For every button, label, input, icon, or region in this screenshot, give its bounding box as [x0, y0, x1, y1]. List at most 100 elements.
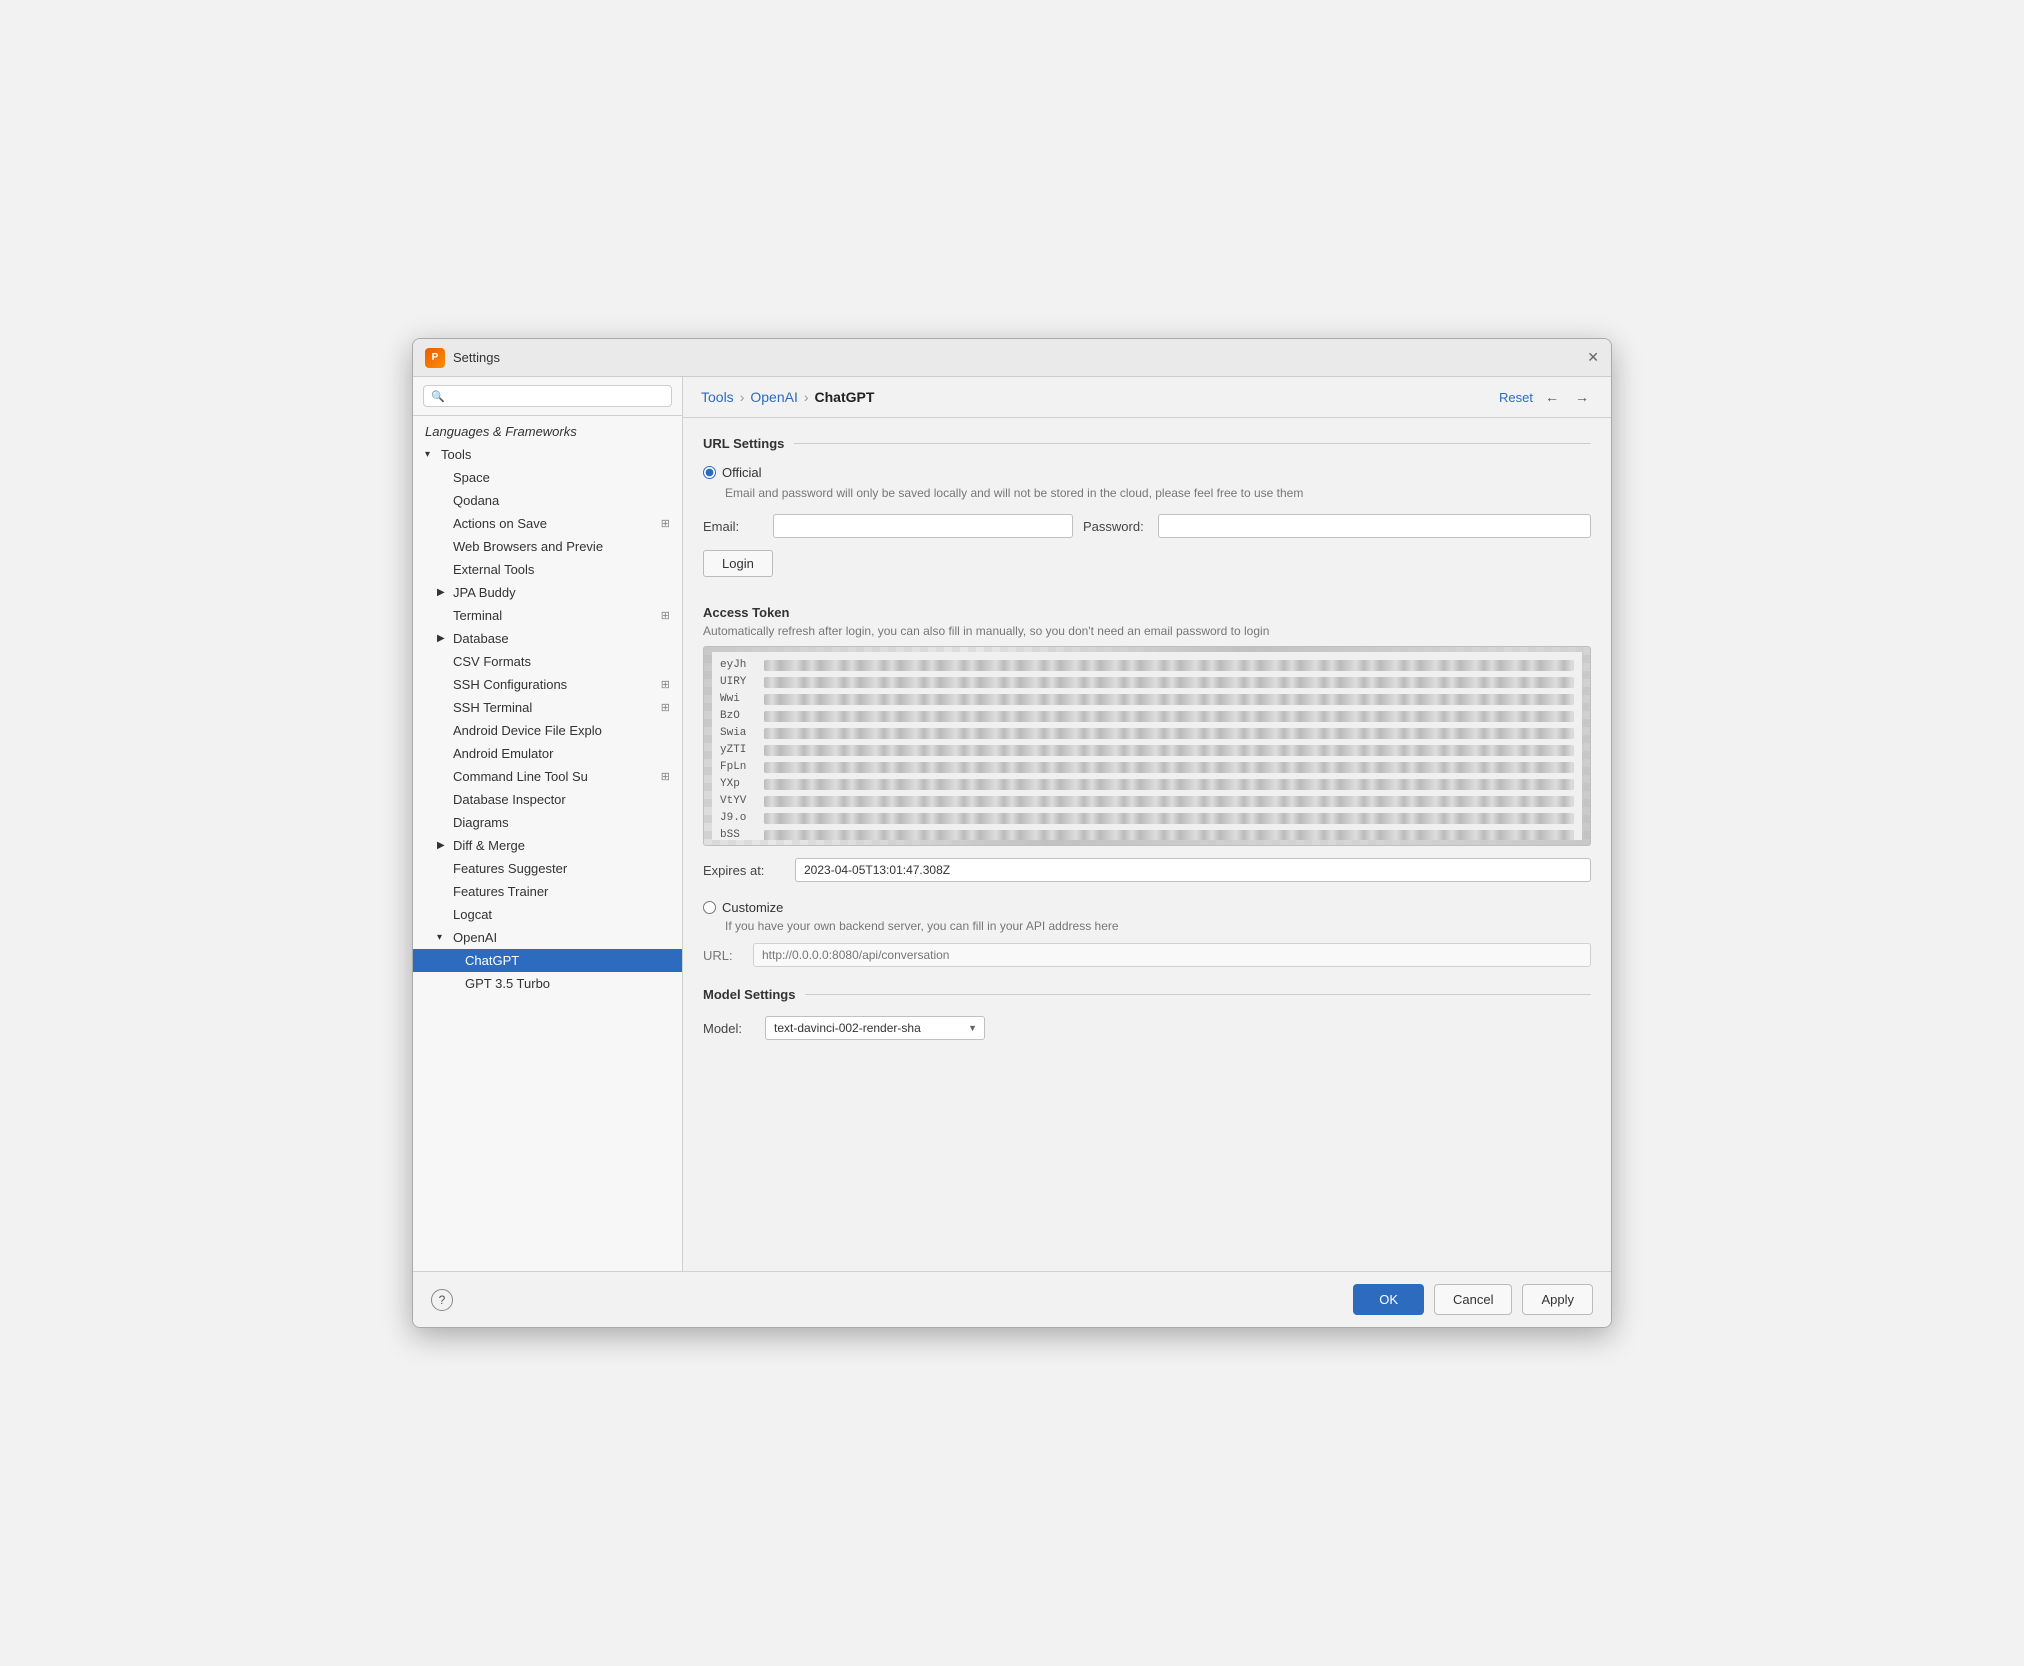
- model-select[interactable]: text-davinci-002-render-sha gpt-3.5-turb…: [765, 1016, 985, 1040]
- sidebar-item-label: Diff & Merge: [453, 838, 525, 853]
- email-password-row: Email: Password:: [703, 514, 1591, 538]
- sidebar-item-label: Features Suggester: [453, 861, 567, 876]
- sidebar-item-jpa-buddy[interactable]: ▶ JPA Buddy: [413, 581, 682, 604]
- sidebar-item-database[interactable]: ▶ Database: [413, 627, 682, 650]
- sidebar-item-web-browsers[interactable]: Web Browsers and Previe: [413, 535, 682, 558]
- official-radio-row: Official: [703, 465, 1591, 480]
- search-icon: 🔍: [431, 390, 445, 403]
- main-panel: Tools › OpenAI › ChatGPT Reset ← → URL S…: [683, 377, 1611, 1271]
- login-button[interactable]: Login: [703, 550, 773, 577]
- token-line: VtYV: [720, 793, 1574, 810]
- token-line: eyJh: [720, 657, 1574, 674]
- email-input[interactable]: [773, 514, 1073, 538]
- url-input[interactable]: [753, 943, 1591, 967]
- token-line: Wwi: [720, 691, 1574, 708]
- badge-icon: ⊞: [661, 701, 670, 714]
- reset-button[interactable]: Reset: [1499, 390, 1533, 405]
- password-input[interactable]: [1158, 514, 1591, 538]
- title-bar: P Settings ✕: [413, 339, 1611, 377]
- sidebar-section-languages: Languages & Frameworks: [413, 420, 682, 443]
- email-label: Email:: [703, 519, 763, 534]
- breadcrumb-sep2: ›: [804, 389, 809, 405]
- sidebar-item-label: Command Line Tool Su: [453, 769, 588, 784]
- sidebar-list: Languages & Frameworks ▾ Tools Space Qod…: [413, 416, 682, 1271]
- sidebar-item-gpt35turbo[interactable]: GPT 3.5 Turbo: [413, 972, 682, 995]
- close-button[interactable]: ✕: [1587, 349, 1599, 366]
- sidebar-item-tools[interactable]: ▾ Tools: [413, 443, 682, 466]
- model-select-wrap: text-davinci-002-render-sha gpt-3.5-turb…: [765, 1016, 985, 1040]
- token-line: Swia: [720, 725, 1574, 742]
- customize-radio-row: Customize: [703, 900, 1591, 915]
- sidebar-item-features-suggester[interactable]: Features Suggester: [413, 857, 682, 880]
- main-content: 🔍 Languages & Frameworks ▾ Tools Space: [413, 377, 1611, 1271]
- badge-icon: ⊞: [661, 770, 670, 783]
- model-settings-section-title: Model Settings: [703, 987, 1591, 1002]
- apply-button[interactable]: Apply: [1522, 1284, 1593, 1315]
- expires-input[interactable]: [795, 858, 1591, 882]
- access-token-title: Access Token: [703, 605, 1591, 620]
- arrow-icon: ▾: [425, 449, 437, 460]
- model-label: Model:: [703, 1021, 753, 1036]
- sidebar-item-chatgpt[interactable]: ChatGPT: [413, 949, 682, 972]
- sidebar-item-label: Diagrams: [453, 815, 509, 830]
- sidebar-item-external-tools[interactable]: External Tools: [413, 558, 682, 581]
- sidebar-item-space[interactable]: Space: [413, 466, 682, 489]
- sidebar-item-ssh-terminal[interactable]: SSH Terminal ⊞: [413, 696, 682, 719]
- sidebar-item-logcat[interactable]: Logcat: [413, 903, 682, 926]
- badge-icon: ⊞: [661, 678, 670, 691]
- sidebar-item-label: ChatGPT: [465, 953, 519, 968]
- sidebar-item-diagrams[interactable]: Diagrams: [413, 811, 682, 834]
- token-line: bSS: [720, 827, 1574, 840]
- sidebar-item-label: Features Trainer: [453, 884, 548, 899]
- arrow-icon: ▶: [437, 633, 449, 644]
- customize-hint: If you have your own backend server, you…: [703, 919, 1591, 933]
- sidebar-item-diff-merge[interactable]: ▶ Diff & Merge: [413, 834, 682, 857]
- sidebar-item-label: SSH Configurations: [453, 677, 567, 692]
- sidebar-item-openai[interactable]: ▾ OpenAI: [413, 926, 682, 949]
- url-settings-section-title: URL Settings: [703, 436, 1591, 451]
- sidebar-item-qodana[interactable]: Qodana: [413, 489, 682, 512]
- official-hint: Email and password will only be saved lo…: [703, 486, 1591, 500]
- sidebar-item-label: Tools: [441, 447, 471, 462]
- token-line: J9.o: [720, 810, 1574, 827]
- badge-icon: ⊞: [661, 517, 670, 530]
- title-bar-left: P Settings: [425, 348, 500, 368]
- sidebar-item-label: Android Device File Explo: [453, 723, 602, 738]
- footer: ? OK Cancel Apply: [413, 1271, 1611, 1327]
- sidebar-item-actions-on-save[interactable]: Actions on Save ⊞: [413, 512, 682, 535]
- token-line: UIRY: [720, 674, 1574, 691]
- breadcrumb: Tools › OpenAI › ChatGPT: [701, 389, 874, 405]
- sidebar-item-terminal[interactable]: Terminal ⊞: [413, 604, 682, 627]
- sidebar-item-android-device-file[interactable]: Android Device File Explo: [413, 719, 682, 742]
- token-textarea-wrap[interactable]: eyJh UIRY Wwi BzO: [703, 646, 1591, 846]
- expires-label: Expires at:: [703, 863, 783, 878]
- breadcrumb-openai[interactable]: OpenAI: [750, 389, 797, 405]
- cancel-button[interactable]: Cancel: [1434, 1284, 1512, 1315]
- sidebar-item-database-inspector[interactable]: Database Inspector: [413, 788, 682, 811]
- nav-forward-button[interactable]: →: [1571, 387, 1593, 407]
- sidebar-item-ssh-configurations[interactable]: SSH Configurations ⊞: [413, 673, 682, 696]
- breadcrumb-chatgpt: ChatGPT: [815, 389, 875, 405]
- official-label: Official: [722, 465, 762, 480]
- arrow-icon: ▶: [437, 587, 449, 598]
- sidebar-item-label: Database Inspector: [453, 792, 566, 807]
- sidebar-item-android-emulator[interactable]: Android Emulator: [413, 742, 682, 765]
- sidebar-item-features-trainer[interactable]: Features Trainer: [413, 880, 682, 903]
- ok-button[interactable]: OK: [1353, 1284, 1424, 1315]
- header-actions: Reset ← →: [1499, 387, 1593, 407]
- nav-back-button[interactable]: ←: [1541, 387, 1563, 407]
- help-button[interactable]: ?: [431, 1289, 453, 1311]
- customize-radio[interactable]: [703, 901, 716, 914]
- token-line: BzO: [720, 708, 1574, 725]
- url-label: URL:: [703, 948, 743, 963]
- search-input[interactable]: [450, 389, 664, 403]
- sidebar-item-label: Android Emulator: [453, 746, 553, 761]
- official-radio[interactable]: [703, 466, 716, 479]
- sidebar-item-csv-formats[interactable]: CSV Formats: [413, 650, 682, 673]
- breadcrumb-sep1: ›: [740, 389, 745, 405]
- arrow-icon: ▶: [437, 840, 449, 851]
- sidebar-item-command-line-tool[interactable]: Command Line Tool Su ⊞: [413, 765, 682, 788]
- breadcrumb-tools[interactable]: Tools: [701, 389, 734, 405]
- token-line: FpLn: [720, 759, 1574, 776]
- window-title: Settings: [453, 350, 500, 365]
